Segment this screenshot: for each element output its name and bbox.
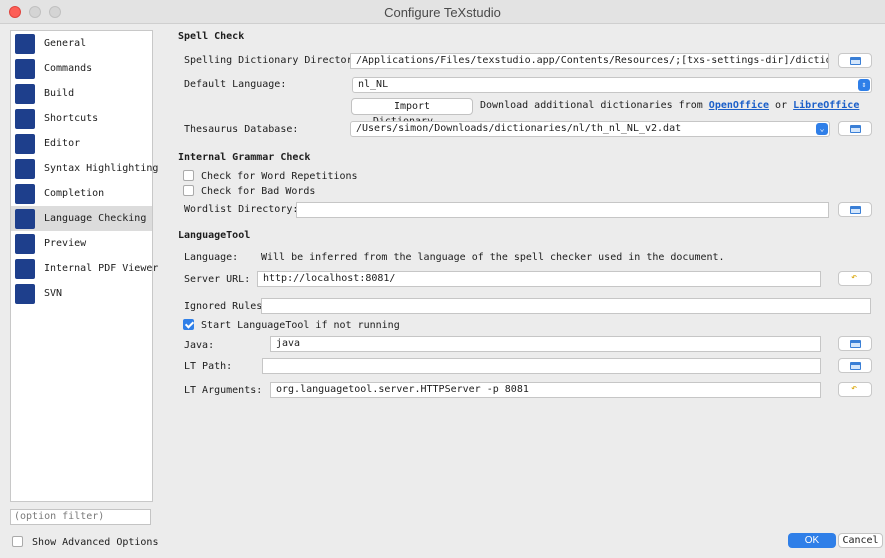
- browse-lt-path-button[interactable]: [838, 358, 872, 373]
- sidebar-item-build[interactable]: Build: [11, 81, 152, 106]
- sidebar-item-label: Editor: [44, 138, 81, 149]
- svn-icon: [15, 283, 35, 304]
- save-disk-icon: [850, 57, 861, 65]
- bad-words-label: Check for Bad Words: [201, 185, 316, 197]
- syntax-highlighting-icon: [15, 158, 35, 179]
- shortcuts-icon: [15, 108, 35, 129]
- pdf-viewer-icon: [15, 258, 35, 279]
- chevron-down-icon: ⌄: [816, 123, 828, 135]
- import-dictionary-button[interactable]: Import Dictionary...: [351, 98, 473, 127]
- ok-button[interactable]: OK: [788, 533, 836, 548]
- show-advanced-label: Show Advanced Options: [32, 536, 159, 548]
- undo-icon: ↶: [851, 272, 858, 283]
- lt-arguments-field[interactable]: org.languagetool.server.HTTPServer -p 80…: [270, 382, 821, 398]
- sidebar-item-label: General: [44, 38, 87, 49]
- wordlist-directory-field[interactable]: [296, 202, 829, 218]
- or-text: or: [775, 100, 788, 111]
- start-languagetool-checkbox[interactable]: [183, 319, 194, 330]
- window-title: Configure TeXstudio: [384, 5, 501, 20]
- download-dictionaries-text: Download additional dictionaries from Op…: [480, 100, 859, 111]
- browse-java-button[interactable]: [838, 336, 872, 351]
- lt-language-label: Language:: [184, 252, 239, 263]
- thesaurus-select[interactable]: /Users/simon/Downloads/dictionaries/nl/t…: [350, 121, 830, 137]
- dict-dirs-field[interactable]: /Applications/Files/texstudio.app/Conten…: [350, 53, 829, 69]
- option-filter-input[interactable]: (option filter): [10, 509, 151, 525]
- reset-server-url-button[interactable]: ↶: [838, 271, 872, 286]
- default-language-select[interactable]: nl_NL ⇕: [352, 77, 872, 93]
- sidebar-item-label: Shortcuts: [44, 113, 99, 124]
- sidebar-item-shortcuts[interactable]: Shortcuts: [11, 106, 152, 131]
- save-disk-icon: [850, 362, 861, 370]
- sidebar-item-completion[interactable]: Completion: [11, 181, 152, 206]
- lt-path-field[interactable]: [262, 358, 821, 374]
- sidebar-item-language-checking[interactable]: Language Checking: [11, 206, 152, 231]
- start-languagetool-option[interactable]: Start LanguageTool if not running: [183, 319, 400, 331]
- title-bar: Configure TeXstudio: [0, 0, 885, 24]
- bad-words-option[interactable]: Check for Bad Words: [183, 185, 315, 197]
- browse-dict-dirs-button[interactable]: [838, 53, 872, 68]
- sidebar-item-svn[interactable]: SVN: [11, 281, 152, 306]
- libreoffice-link[interactable]: LibreOffice: [793, 100, 859, 111]
- sidebar-item-general[interactable]: General: [11, 31, 152, 56]
- start-languagetool-label: Start LanguageTool if not running: [201, 319, 400, 331]
- openoffice-link[interactable]: OpenOffice: [709, 100, 769, 111]
- show-advanced-options[interactable]: Show Advanced Options: [12, 536, 158, 548]
- sidebar-item-commands[interactable]: Commands: [11, 56, 152, 81]
- ignored-rules-field[interactable]: [261, 298, 871, 314]
- sidebar-item-label: Preview: [44, 238, 87, 249]
- java-label: Java:: [184, 340, 215, 351]
- download-text: Download additional dictionaries from: [480, 100, 703, 111]
- lt-path-label: LT Path:: [184, 361, 233, 372]
- lt-language-info: Will be inferred from the language of th…: [261, 252, 725, 263]
- up-down-chevron-icon: ⇕: [858, 79, 870, 91]
- reset-lt-arguments-button[interactable]: ↶: [838, 382, 872, 397]
- thesaurus-value: /Users/simon/Downloads/dictionaries/nl/t…: [356, 123, 682, 134]
- completion-icon: [15, 183, 35, 204]
- spell-check-heading: Spell Check: [178, 31, 245, 42]
- languagetool-heading: LanguageTool: [178, 230, 251, 241]
- txs-general-icon: [15, 33, 35, 54]
- sidebar-item-editor[interactable]: Editor: [11, 131, 152, 156]
- grammar-check-heading: Internal Grammar Check: [178, 152, 311, 163]
- show-advanced-checkbox[interactable]: [12, 536, 23, 547]
- undo-icon: ↶: [851, 383, 858, 394]
- word-repetitions-option[interactable]: Check for Word Repetitions: [183, 170, 358, 182]
- save-disk-icon: [850, 340, 861, 348]
- editor-icon: [15, 133, 35, 154]
- sidebar-item-label: Language Checking: [44, 213, 147, 224]
- lt-arguments-label: LT Arguments:: [184, 385, 263, 396]
- browse-wordlist-button[interactable]: [838, 202, 872, 217]
- default-language-label: Default Language:: [184, 79, 287, 90]
- category-list: General Commands Build Shortcuts Editor …: [10, 30, 158, 502]
- sidebar-item-label: SVN: [44, 288, 63, 299]
- thesaurus-label: Thesaurus Database:: [184, 124, 299, 135]
- server-url-label: Server URL:: [184, 274, 251, 285]
- preview-icon: [15, 233, 35, 254]
- dict-dirs-label: Spelling Dictionary Directories:: [184, 55, 377, 66]
- build-icon: [15, 83, 35, 104]
- sidebar-item-preview[interactable]: Preview: [11, 231, 152, 256]
- wordlist-directory-label: Wordlist Directory:: [184, 204, 299, 215]
- language-checking-icon: [15, 208, 35, 229]
- sidebar-item-label: Build: [44, 88, 75, 99]
- sidebar-item-label: Commands: [44, 63, 93, 74]
- sidebar-item-label: Internal PDF Viewer: [44, 263, 159, 274]
- java-field[interactable]: java: [270, 336, 821, 352]
- sidebar-item-label: Syntax Highlighting: [44, 163, 159, 174]
- sidebar-item-syntax-highlighting[interactable]: Syntax Highlighting: [11, 156, 158, 181]
- word-repetitions-checkbox[interactable]: [183, 170, 194, 181]
- save-disk-icon: [850, 206, 861, 214]
- default-language-value: nl_NL: [358, 79, 389, 90]
- server-url-field[interactable]: http://localhost:8081/: [257, 271, 821, 287]
- cancel-button[interactable]: Cancel: [838, 533, 883, 548]
- bad-words-checkbox[interactable]: [183, 185, 194, 196]
- commands-icon: [15, 58, 35, 79]
- sidebar-item-internal-pdf-viewer[interactable]: Internal PDF Viewer: [11, 256, 158, 281]
- sidebar-item-label: Completion: [44, 188, 105, 199]
- word-repetitions-label: Check for Word Repetitions: [201, 170, 358, 182]
- browse-thesaurus-button[interactable]: [838, 121, 872, 136]
- ignored-rules-label: Ignored Rules:: [184, 301, 269, 312]
- save-disk-icon: [850, 125, 861, 133]
